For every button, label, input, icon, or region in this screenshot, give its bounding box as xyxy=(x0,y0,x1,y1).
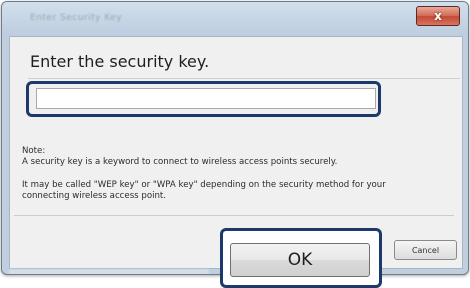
ok-button[interactable]: OK xyxy=(230,243,370,277)
close-icon: x xyxy=(434,9,442,23)
button-divider xyxy=(14,215,454,216)
note-line-2: It may be called "WEP key" or "WPA key" … xyxy=(22,180,386,190)
note-line-3: connecting wireless access point. xyxy=(22,191,167,201)
cancel-button[interactable]: Cancel xyxy=(394,240,457,260)
security-key-input[interactable] xyxy=(36,88,376,109)
window-title: Enter Security Key xyxy=(30,13,123,23)
title-bar[interactable]: Enter Security Key x xyxy=(2,2,468,36)
heading-separator xyxy=(28,78,460,79)
note-line-1: A security key is a keyword to connect t… xyxy=(22,157,338,167)
note-label: Note: xyxy=(22,146,46,156)
window-footer-strip xyxy=(9,269,209,274)
close-button[interactable]: x xyxy=(416,6,460,26)
dialog-heading: Enter the security key. xyxy=(30,52,210,71)
note-block: Note: A security key is a keyword to con… xyxy=(22,146,462,202)
